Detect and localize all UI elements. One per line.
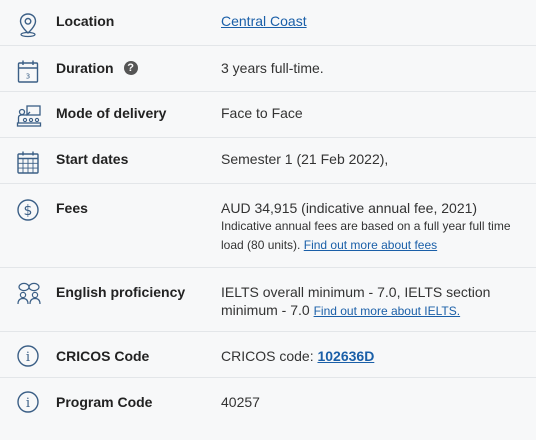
location-link[interactable]: Central Coast [221, 13, 307, 29]
mode-label: Mode of delivery [56, 105, 167, 121]
duration-row: 3 Duration ? 3 years full-time. [0, 46, 536, 92]
program-code-row: i Program Code 40257 [0, 378, 536, 424]
english-label: English proficiency [56, 284, 186, 300]
mode-value: Face to Face [221, 105, 303, 121]
cricos-row: i CRICOS Code CRICOS code: 102636D [0, 332, 536, 378]
cricos-code-link[interactable]: 102636D [317, 348, 374, 364]
fees-more-link[interactable]: Find out more about fees [304, 238, 437, 252]
program-code-value: 40257 [221, 394, 260, 410]
info-circle-icon: i [17, 345, 39, 367]
location-pin-icon [19, 13, 37, 38]
fees-label: Fees [56, 200, 88, 216]
start-dates-row: Start dates Semester 1 (21 Feb 2022), [0, 138, 536, 184]
question-circle-icon[interactable]: ? [123, 61, 138, 75]
program-code-label: Program Code [56, 394, 153, 410]
svg-text:3: 3 [26, 73, 30, 81]
fees-value: AUD 34,915 (indicative annual fee, 2021) [221, 200, 478, 216]
dollar-circle-icon: $ [17, 199, 39, 221]
calendar-grid-icon [17, 151, 39, 174]
start-dates-label: Start dates [56, 151, 129, 167]
svg-text:$: $ [24, 203, 33, 219]
classroom-icon [16, 105, 42, 127]
location-label: Location [56, 13, 115, 29]
info-circle-icon: i [17, 391, 39, 413]
fees-row: $ Fees AUD 34,915 (indicative annual fee… [0, 184, 536, 268]
english-row: English proficiency IELTS overall minimu… [0, 268, 536, 332]
mode-row: Mode of delivery Face to Face [0, 92, 536, 138]
people-chat-icon [17, 282, 41, 305]
ielts-more-link[interactable]: Find out more about IELTS. [314, 304, 461, 318]
duration-value: 3 years full-time. [221, 60, 324, 76]
svg-text:i: i [26, 396, 30, 411]
program-info-table: Location Central Coast 3 Duration ? 3 ye… [0, 0, 536, 424]
cricos-label: CRICOS Code [56, 348, 150, 364]
calendar-icon: 3 [17, 60, 39, 83]
svg-text:i: i [26, 350, 30, 365]
location-row: Location Central Coast [0, 0, 536, 46]
start-dates-value: Semester 1 (21 Feb 2022), [221, 151, 389, 167]
duration-label: Duration [56, 60, 114, 76]
cricos-value-prefix: CRICOS code: [221, 348, 314, 364]
